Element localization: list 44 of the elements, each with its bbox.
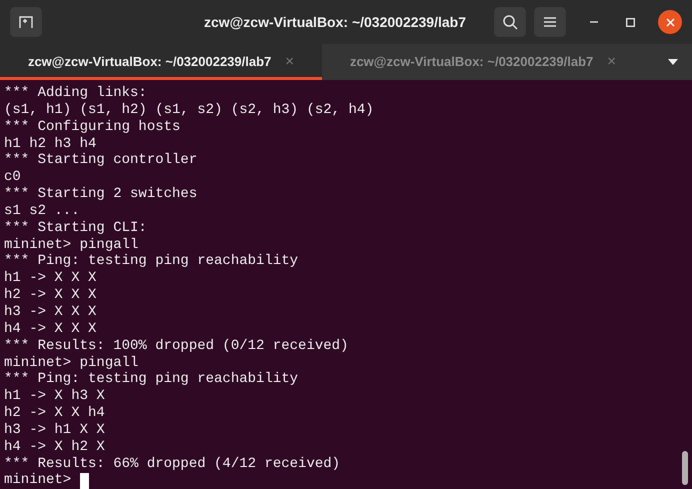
terminal-line: h3 -> h1 X X (4, 422, 105, 439)
terminal-line: (s1, h1) (s1, h2) (s1, s2) (s2, h3) (s2, h4) (4, 102, 374, 119)
terminal-line: h1 h2 h3 h4 (4, 136, 96, 152)
menu-icon (543, 16, 557, 28)
new-tab-icon (18, 15, 34, 29)
tab-label: zcw@zcw-VirtualBox: ~/032002239/lab7 (28, 53, 272, 72)
terminal-line: h4 -> X h2 X (4, 438, 105, 456)
search-button[interactable] (494, 7, 526, 37)
terminal-line: s1 s2 ... (4, 202, 80, 220)
tab-label: zcw@zcw-VirtualBox: ~/032002239/lab7 (350, 53, 594, 72)
terminal-line: *** Starting CLI: (4, 220, 147, 237)
terminal-line: *** Results: 100% dropped (0/12 received) (4, 338, 348, 354)
terminal-line: *** Starting controller (4, 152, 198, 170)
terminal-line: *** Results: 66% dropped (4/12 received) (4, 456, 340, 472)
close-icon (666, 18, 674, 26)
dropdown-icon[interactable] (668, 59, 678, 65)
terminal-line: *** Starting 2 switches (4, 186, 198, 203)
terminal-tab[interactable]: zcw@zcw-VirtualBox: ~/032002239/lab7 × (0, 44, 322, 80)
terminal-line: h4 -> X X X (4, 320, 96, 338)
minimize-icon (590, 21, 598, 23)
search-icon (502, 14, 518, 30)
terminal-line: *** Adding links: (4, 85, 147, 102)
cursor-icon (80, 472, 89, 489)
terminal-line: mininet> pingall (4, 236, 138, 254)
terminal-line: h2 -> X X h4 (4, 405, 105, 422)
terminal-line: h1 -> X X X (4, 270, 96, 288)
tab-close-button[interactable]: × (285, 50, 294, 74)
terminal-line: *** Ping: testing ping reachability (4, 371, 298, 388)
terminal-line: *** Configuring hosts (4, 118, 180, 136)
terminal-line: h2 -> X X X (4, 287, 96, 304)
menu-button[interactable] (534, 7, 566, 37)
scrollbar-thumb[interactable] (682, 451, 688, 486)
close-button[interactable] (658, 10, 682, 34)
terminal-line: h3 -> X X X (4, 304, 96, 321)
tab-close-button[interactable]: × (607, 50, 616, 74)
terminal-line: *** Ping: testing ping reachability (4, 253, 298, 270)
terminal-line: c0 (4, 169, 21, 186)
window-title: zcw@zcw-VirtualBox: ~/032002239/lab7 (204, 12, 466, 32)
terminal-tab[interactable]: zcw@zcw-VirtualBox: ~/032002239/lab7 × (322, 44, 644, 80)
terminal-line: mininet> pingall (4, 354, 138, 372)
maximize-icon (626, 18, 634, 26)
prompt: mininet> (4, 472, 72, 489)
terminal-line: h1 -> X h3 X (4, 388, 105, 406)
new-tab-button[interactable] (10, 7, 42, 37)
